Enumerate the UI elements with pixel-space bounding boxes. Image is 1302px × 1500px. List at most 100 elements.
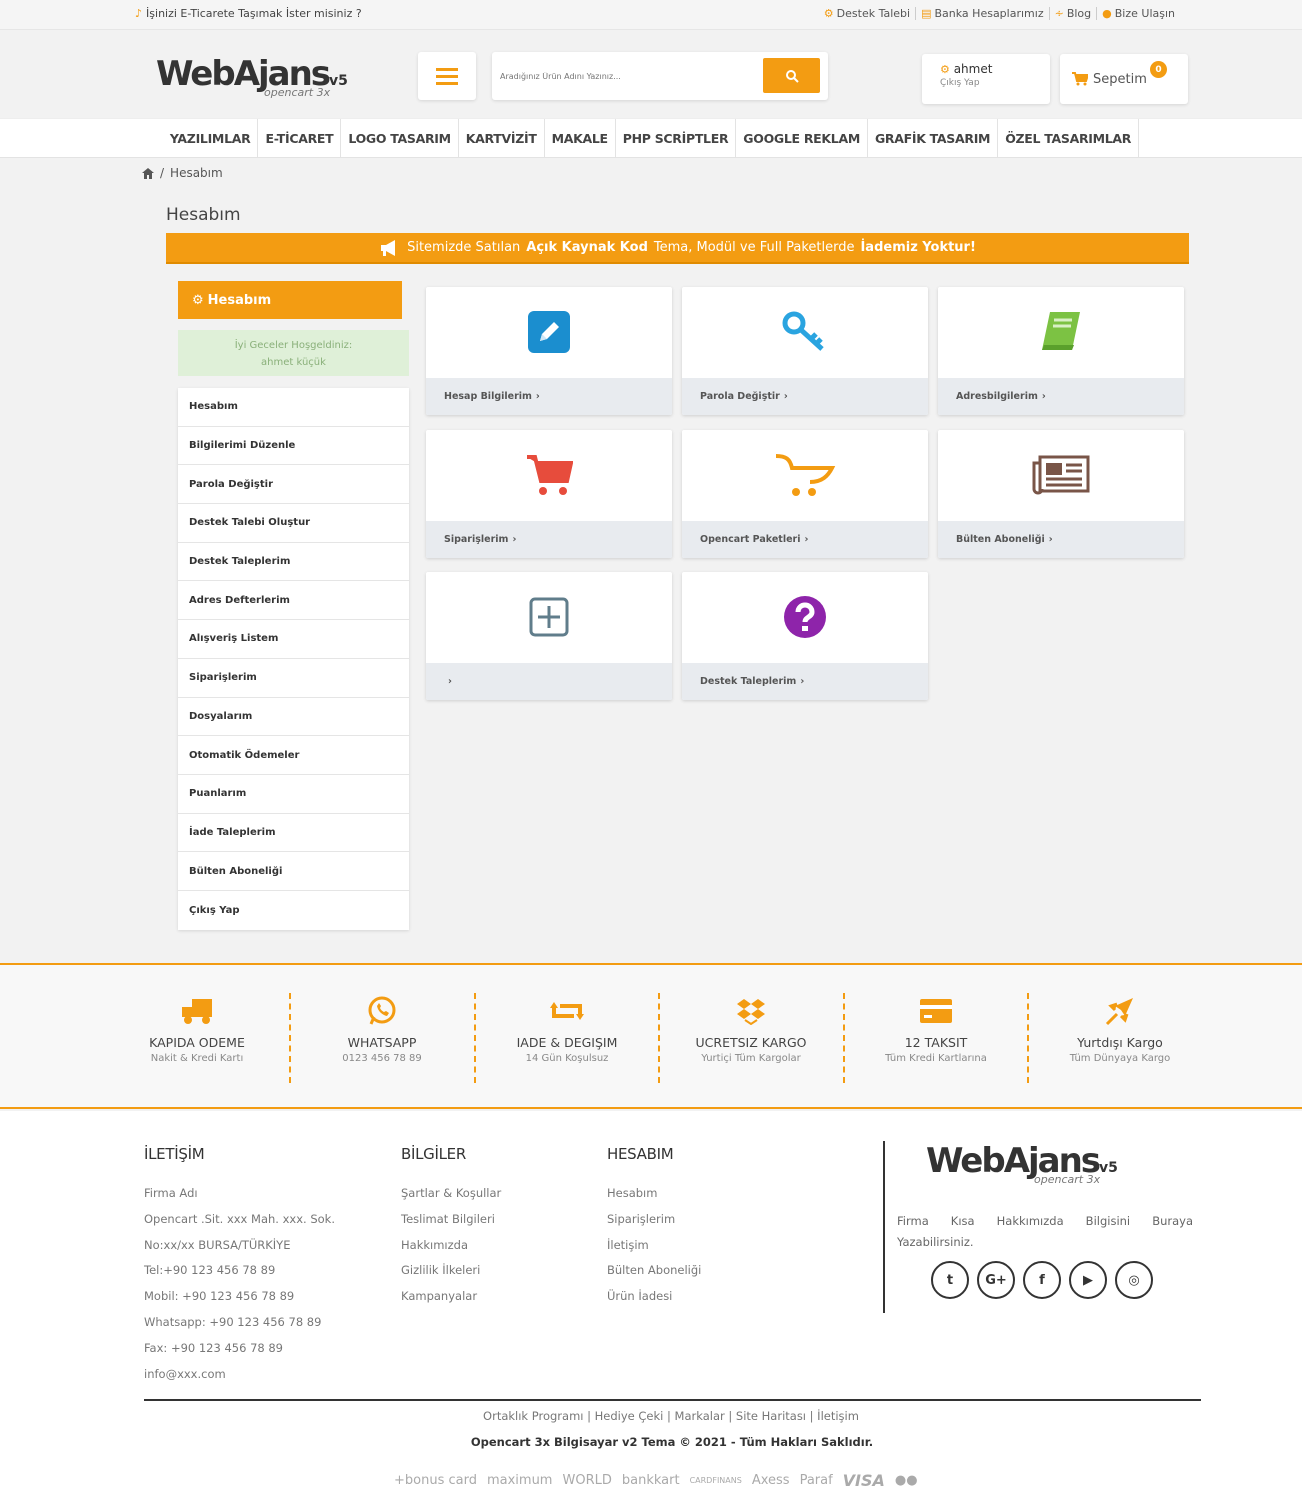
footer-contact: İLETİŞİM Firma Adı Opencart .Sit. xxx Ma…: [144, 1145, 335, 1381]
gear-icon: ⚙: [823, 7, 834, 20]
footer-link-campaigns[interactable]: Kampanyalar: [401, 1284, 501, 1310]
search-input[interactable]: [500, 64, 755, 88]
twitter-icon[interactable]: t: [931, 1261, 969, 1299]
truck-icon: [182, 999, 212, 1024]
chevron-right-icon: ›: [512, 534, 517, 545]
sidebar-header: ⚙ Hesabım: [178, 281, 402, 319]
nav-item-business-card[interactable]: KARTVİZİT: [459, 119, 545, 157]
footer-link-contact[interactable]: İletişim: [607, 1233, 701, 1259]
footer-link-orders[interactable]: Siparişlerim: [607, 1207, 701, 1233]
logout-link[interactable]: Çıkış Yap: [940, 78, 1032, 88]
chevron-right-icon: ›: [804, 534, 809, 545]
sidebar-item-change-password[interactable]: Parola Değiştir: [178, 465, 409, 505]
footer-link-newsletter[interactable]: Bülten Aboneliği: [607, 1258, 701, 1284]
sidebar-item-wishlist[interactable]: Alışveriş Listem: [178, 620, 409, 659]
sidebar-item-edit-info[interactable]: Bilgilerimi Düzenle: [178, 427, 409, 466]
footer-link-account[interactable]: Hesabım: [607, 1181, 701, 1207]
cart-icon: [527, 455, 573, 495]
card-address-info[interactable]: Adresbilgilerim ›: [938, 287, 1184, 415]
footer-bottom-links[interactable]: Ortaklık Programı | Hediye Çeki | Markal…: [0, 1409, 1302, 1423]
feature-international-shipping: Yurtdışı Kargo Tüm Dünyaya Kargo: [1028, 993, 1212, 1064]
nav-item-graphic-design[interactable]: GRAFİK TASARIM: [868, 119, 999, 157]
key-icon: [782, 311, 824, 351]
search-box: [492, 52, 828, 100]
account-box[interactable]: ⚙ ahmet Çıkış Yap: [922, 54, 1050, 104]
cart-button[interactable]: Sepetim 0: [1060, 54, 1188, 104]
blog-link[interactable]: ∻ Blog: [1050, 7, 1098, 20]
page-title: Hesabım: [166, 205, 241, 225]
header: WebAjansv5 opencart 3x ⚙ ahmet Çıkış Yap…: [0, 30, 1302, 118]
site-logo[interactable]: WebAjansv5 opencart 3x: [156, 54, 348, 104]
bank-accounts-link[interactable]: ▤ Banka Hesaplarımız: [916, 7, 1050, 20]
promo-text[interactable]: ♪ İşinizi E-Ticarete Taşımak İster misin…: [135, 7, 362, 20]
nav-item-ecommerce[interactable]: E-TİCARET: [258, 119, 342, 157]
facebook-icon[interactable]: f: [1023, 1261, 1061, 1299]
sidebar-item-recurring-payments[interactable]: Otomatik Ödemeler: [178, 736, 409, 775]
sidebar-item-reward-points[interactable]: Puanlarım: [178, 775, 409, 814]
cart-icon: [1072, 72, 1088, 86]
card-support-tickets[interactable]: Destek Taleplerim ›: [682, 572, 928, 700]
sidebar-item-downloads[interactable]: Dosyalarım: [178, 698, 409, 737]
footer-divider: [883, 1141, 885, 1313]
card-account-info[interactable]: Hesap Bilgilerim ›: [426, 287, 672, 415]
chevron-right-icon: ›: [448, 676, 452, 687]
feature-cash-on-delivery: KAPIDA ODEME Nakit & Kredi Kartı: [105, 993, 289, 1064]
nav-item-logo-design[interactable]: LOGO TASARIM: [341, 119, 459, 157]
sidebar-item-newsletter[interactable]: Bülten Aboneliği: [178, 852, 409, 891]
axess-logo: Axess: [751, 1473, 790, 1488]
bell-icon: ♪: [135, 7, 143, 20]
chevron-right-icon: ›: [535, 391, 540, 402]
main-nav: YAZILIMLAR E-TİCARET LOGO TASARIM KARTVİ…: [0, 118, 1302, 158]
contact-link[interactable]: ● Bize Ulaşın: [1097, 7, 1180, 20]
hamburger-line: [436, 74, 458, 78]
search-icon: [785, 69, 799, 83]
google-plus-icon[interactable]: G+: [977, 1261, 1015, 1299]
footer-link-delivery[interactable]: Teslimat Bilgileri: [401, 1207, 501, 1233]
sidebar-item-returns[interactable]: İade Taleplerim: [178, 814, 409, 853]
nav-item-custom-design[interactable]: ÖZEL TASARIMLAR: [998, 119, 1140, 157]
hamburger-menu-button[interactable]: [418, 52, 476, 100]
footer-link-returns[interactable]: Ürün İadesi: [607, 1284, 701, 1310]
sidebar-item-logout[interactable]: Çıkış Yap: [178, 891, 409, 930]
footer-logo[interactable]: WebAjansv5 opencart 3x: [926, 1141, 1136, 1201]
sidebar-item-tickets[interactable]: Destek Taleplerim: [178, 543, 409, 582]
card-change-password[interactable]: Parola Değiştir ›: [682, 287, 928, 415]
sidebar-item-orders[interactable]: Siparişlerim: [178, 659, 409, 698]
sidebar-item-address-book[interactable]: Adres Defterlerim: [178, 581, 409, 621]
search-button[interactable]: [763, 58, 820, 93]
retweet-icon: [550, 1002, 584, 1020]
breadcrumb-current[interactable]: Hesabım: [170, 166, 223, 180]
footer-link-terms[interactable]: Şartlar & Koşullar: [401, 1181, 501, 1207]
card-newsletter[interactable]: Bülten Aboneliği ›: [938, 430, 1184, 558]
nav-item-google-ads[interactable]: GOOGLE REKLAM: [736, 119, 868, 157]
top-links: ⚙ Destek Talebi ▤ Banka Hesaplarımız ∻ Blog…: [819, 7, 1180, 20]
footer-info: BİLGİLER Şartlar & Koşullar Teslimat Bil…: [401, 1145, 501, 1310]
footer: İLETİŞİM Firma Adı Opencart .Sit. xxx Ma…: [0, 1111, 1302, 1500]
plus-square-icon: [529, 597, 569, 637]
card-orders[interactable]: Siparişlerim ›: [426, 430, 672, 558]
nav-item-software[interactable]: YAZILIMLAR: [163, 119, 259, 157]
support-ticket-link[interactable]: ⚙ Destek Talebi: [819, 7, 917, 20]
youtube-icon[interactable]: ▶: [1069, 1261, 1107, 1299]
nav-item-php-scripts[interactable]: PHP SCRİPTLER: [616, 119, 737, 157]
book-icon: [1042, 312, 1080, 350]
instagram-icon[interactable]: ◎: [1115, 1261, 1153, 1299]
map-marker-icon: ●: [1102, 7, 1112, 20]
maximum-logo: maximum: [486, 1473, 553, 1488]
footer-account: HESABIM Hesabım Siparişlerim İletişim Bü…: [607, 1145, 701, 1310]
sidebar-item-create-ticket[interactable]: Destek Talebi Oluştur: [178, 504, 409, 543]
home-icon[interactable]: [142, 167, 154, 179]
mastercard-logo: ●●: [894, 1473, 918, 1488]
footer-link-about[interactable]: Hakkımızda: [401, 1233, 501, 1259]
footer-link-privacy[interactable]: Gizlilik İlkeleri: [401, 1258, 501, 1284]
newspaper-icon: [1032, 455, 1090, 495]
sidebar-item-account[interactable]: Hesabım: [178, 388, 409, 427]
bullhorn-icon: [381, 239, 396, 256]
users-gear-icon: ⚙: [192, 292, 204, 308]
nav-item-article[interactable]: MAKALE: [545, 119, 616, 157]
card-opencart-packages[interactable]: Opencart Paketleri ›: [682, 430, 928, 558]
notice-banner: Sitemizde Satılan Açık Kaynak Kod Tema, …: [166, 233, 1189, 264]
feature-free-shipping: UCRETSIZ KARGO Yurtiçi Tüm Kargolar: [659, 993, 843, 1064]
card-add[interactable]: ›: [426, 572, 672, 700]
users-gear-icon: ⚙: [940, 63, 950, 76]
